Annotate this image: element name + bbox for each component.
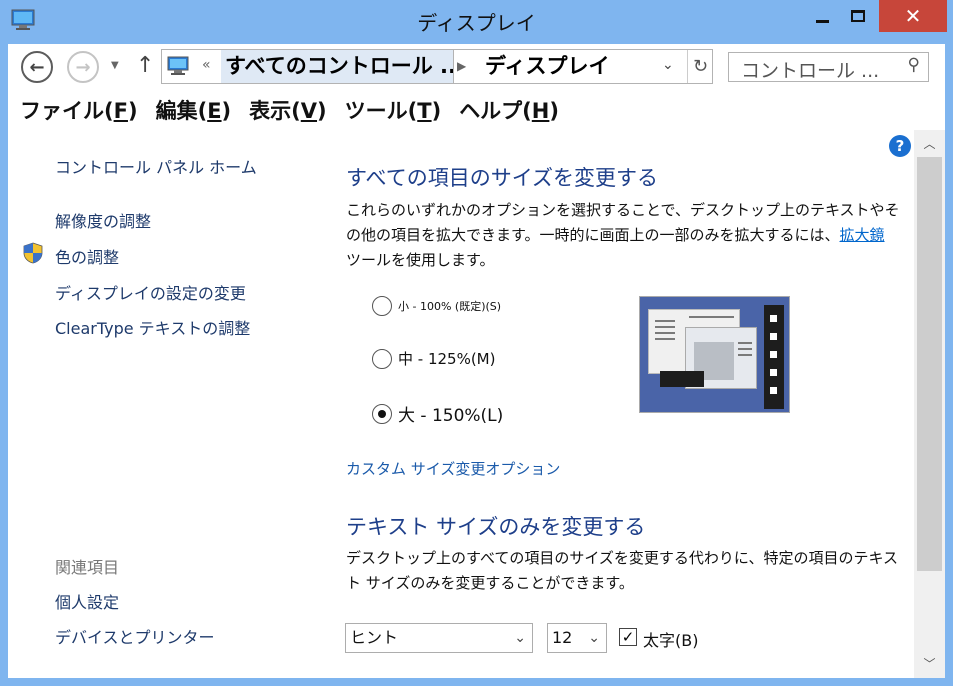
arrow-up-icon: ↑ (136, 53, 155, 78)
forward-button[interactable]: → (67, 51, 99, 83)
back-button[interactable]: ← (21, 51, 53, 83)
font-size-value: 12 (552, 628, 573, 647)
size-preview-image (639, 296, 790, 413)
menu-tools[interactable]: ツール(T) (345, 95, 442, 125)
scroll-down-button[interactable]: ﹀ (914, 650, 945, 678)
breadcrumb-all-control-panel[interactable]: すべてのコントロール ... (221, 50, 454, 83)
arrow-right-icon: → (75, 56, 91, 78)
left-pane: コントロール パネル ホーム 解像度の調整 色の調整 ディスプレイの設定の変更 … (8, 130, 308, 678)
menu-file[interactable]: ファイル(F) (20, 95, 138, 125)
minimize-button[interactable] (804, 0, 840, 32)
shield-icon (23, 242, 43, 264)
cleartype-link[interactable]: ClearType テキストの調整 (55, 315, 250, 339)
search-placeholder: コントロール ... (741, 60, 880, 82)
menu-view[interactable]: 表示(V) (249, 95, 326, 125)
menu-edit[interactable]: 編集(E) (156, 95, 232, 125)
font-size-select[interactable]: 12 ⌄ (547, 623, 607, 653)
resolution-link[interactable]: 解像度の調整 (55, 208, 151, 232)
chevron-down-icon: ⌄ (588, 630, 600, 646)
chevron-up-icon: ︿ (923, 137, 936, 151)
vertical-scrollbar[interactable]: ︿ ﹀ (914, 130, 945, 678)
refresh-button[interactable]: ↻ (687, 50, 713, 83)
radio-medium-label[interactable]: 中 - 125%(M) (398, 348, 495, 369)
menu-help[interactable]: ヘルプ(H) (459, 95, 559, 125)
related-heading: 関連項目 (55, 558, 120, 577)
scroll-up-button[interactable]: ︿ (914, 130, 945, 158)
bold-checkbox-label[interactable]: 太字(B) (643, 627, 698, 651)
item-select[interactable]: ヒント ⌄ (345, 623, 533, 653)
item-select-value: ヒント (350, 628, 399, 647)
chevron-down-icon: ﹀ (923, 657, 936, 671)
maximize-button[interactable] (840, 0, 876, 32)
breadcrumb-separator-icon[interactable]: ▶ (457, 59, 466, 73)
address-bar[interactable]: « すべてのコントロール ... ▶ ディスプレイ ⌄ ↻ (161, 49, 713, 84)
minimize-icon (815, 19, 829, 23)
magnifier-link[interactable]: 拡大鏡 (840, 226, 885, 244)
radio-small-label[interactable]: 小 - 100% (既定)(S) (398, 298, 501, 314)
radio-medium[interactable] (372, 349, 392, 369)
section-description-text-size: デスクトップ上のすべての項目のサイズを変更する代わりに、特定の項目のテキスト サ… (346, 549, 899, 592)
arrow-left-icon: ← (29, 56, 45, 78)
recent-locations-dropdown[interactable]: ▼ (111, 60, 119, 71)
chevron-down-icon: ⌄ (514, 630, 526, 646)
menu-bar: ファイル(F) 編集(E) 表示(V) ツール(T) ヘルプ(H) (8, 90, 945, 130)
content-area: コントロール パネル ホーム 解像度の調整 色の調整 ディスプレイの設定の変更 … (8, 130, 945, 678)
radio-large[interactable] (372, 404, 392, 424)
display-settings-link[interactable]: ディスプレイの設定の変更 (55, 280, 246, 304)
breadcrumb-display[interactable]: ディスプレイ (485, 50, 610, 83)
window: ディスプレイ ✕ ← → ▼ ↑ « すべてのコントロール ... ▶ ディスプ… (0, 0, 953, 686)
devices-printers-link[interactable]: デバイスとプリンター (55, 624, 215, 648)
up-button[interactable]: ↑ (136, 53, 154, 78)
radio-small[interactable] (372, 296, 392, 316)
section-title-all-items: すべての項目のサイズを変更する (346, 166, 659, 190)
color-calibration-link[interactable]: 色の調整 (55, 244, 119, 268)
title-bar: ディスプレイ ✕ (0, 0, 953, 42)
close-button[interactable]: ✕ (879, 0, 947, 32)
double-chevron-icon[interactable]: « (202, 57, 211, 73)
control-panel-icon (167, 56, 189, 75)
section-title-text-size: テキスト サイズのみを変更する (346, 515, 646, 539)
radio-large-label[interactable]: 大 - 150%(L) (398, 401, 503, 426)
search-icon: ⚲ (907, 55, 920, 75)
maximize-icon (851, 10, 865, 22)
search-input[interactable]: コントロール ... ⚲ (728, 52, 929, 82)
section-description-all-items: これらのいずれかのオプションを選択することで、デスクトップ上のテキストやその他の… (346, 201, 900, 269)
address-dropdown-icon[interactable]: ⌄ (662, 57, 674, 73)
custom-sizing-link[interactable]: カスタム サイズ変更オプション (346, 458, 560, 479)
personalization-link[interactable]: 個人設定 (55, 589, 119, 613)
bold-checkbox[interactable]: ✓ (619, 628, 637, 646)
control-panel-home-link[interactable]: コントロール パネル ホーム (55, 154, 257, 178)
checkmark-icon: ✓ (621, 628, 635, 646)
help-icon: ? (895, 137, 905, 155)
address-row: ← → ▼ ↑ « すべてのコントロール ... ▶ ディスプレイ ⌄ ↻ コン… (8, 44, 945, 90)
refresh-icon: ↻ (692, 56, 709, 77)
scroll-thumb[interactable] (917, 157, 942, 571)
chevron-down-icon: ▼ (111, 60, 119, 71)
help-button[interactable]: ? (889, 135, 911, 157)
close-icon: ✕ (904, 4, 922, 28)
